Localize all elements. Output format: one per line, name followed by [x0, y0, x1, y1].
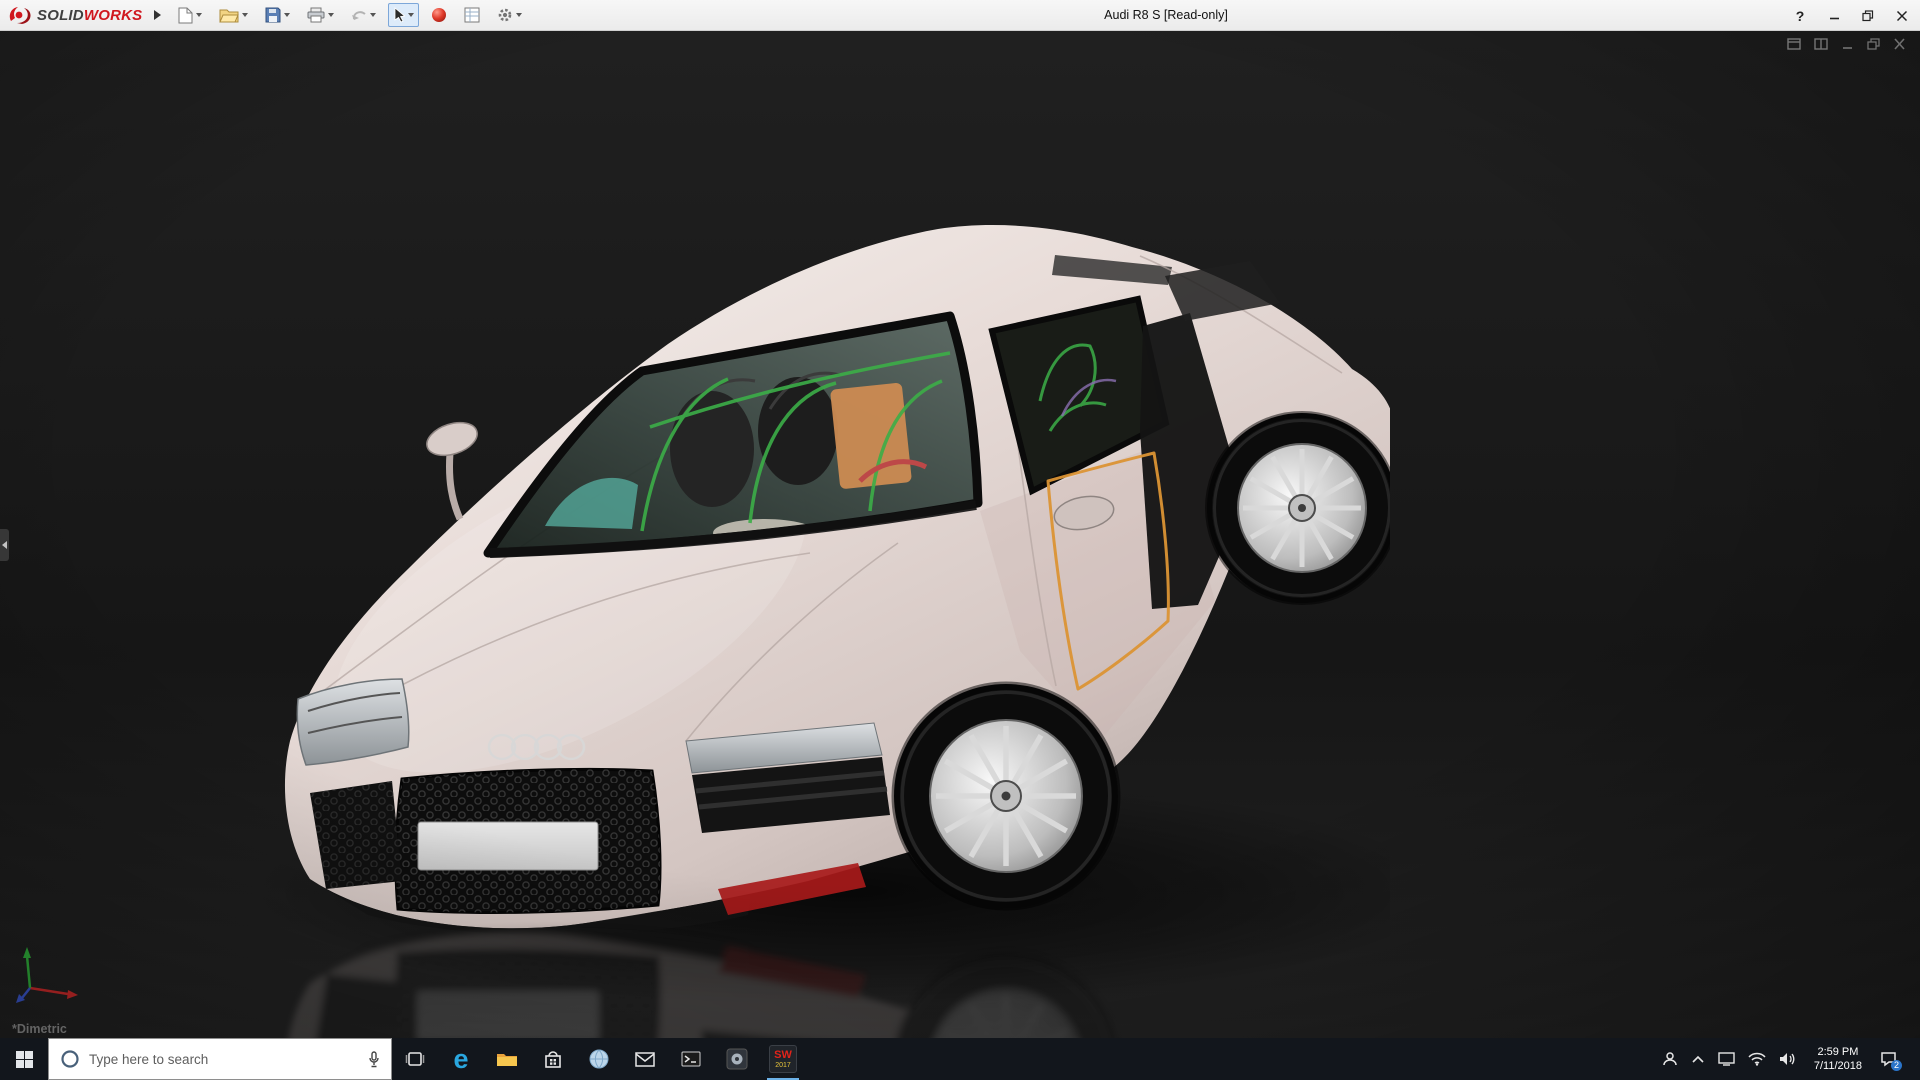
car-model-render	[250, 181, 1390, 1038]
ds-logo-icon	[8, 5, 32, 25]
new-document-icon	[178, 7, 193, 24]
file-properties-button[interactable]	[459, 3, 485, 27]
options-button[interactable]	[492, 3, 527, 27]
window-title: Audi R8 S [Read-only]	[1104, 0, 1228, 31]
appearance-button[interactable]	[426, 3, 452, 27]
open-button[interactable]	[214, 3, 253, 27]
help-button[interactable]: ?	[1792, 5, 1808, 27]
menu-flyout-arrow-icon[interactable]	[154, 10, 161, 20]
task-view-icon	[405, 1051, 425, 1067]
store-bag-icon	[544, 1051, 562, 1068]
select-button[interactable]	[388, 3, 419, 27]
select-cursor-icon	[393, 7, 405, 23]
brand-text: SOLIDWORKS	[37, 7, 142, 24]
hidden-icons-button[interactable]	[1691, 1054, 1705, 1064]
search-input[interactable]	[89, 1052, 359, 1067]
dropdown-caret-icon[interactable]	[370, 13, 376, 17]
collapse-arrow-icon	[2, 541, 7, 549]
app-titlebar: SOLIDWORKS	[0, 0, 1920, 31]
volume-icon	[1779, 1052, 1796, 1066]
people-icon	[1662, 1051, 1678, 1067]
brand-solid: SOLID	[37, 7, 84, 24]
undo-button[interactable]	[346, 3, 381, 27]
media-app-icon	[726, 1048, 748, 1070]
dropdown-caret-icon[interactable]	[196, 13, 202, 17]
notification-badge: 2	[1891, 1060, 1902, 1071]
minimize-doc-icon[interactable]	[1841, 38, 1854, 50]
mirror-stalk-left	[449, 453, 460, 519]
brand-works: WORKS	[84, 7, 143, 24]
file-properties-icon	[464, 7, 480, 23]
license-plate	[418, 822, 598, 870]
edge-button[interactable]: e	[438, 1038, 484, 1080]
sw-icon-label: SW	[774, 1050, 792, 1061]
clock-time: 2:59 PM	[1814, 1045, 1862, 1059]
monitor-tray-button[interactable]	[1718, 1052, 1735, 1066]
microphone-icon[interactable]	[368, 1051, 380, 1068]
front-wheel	[894, 684, 1118, 908]
mail-button[interactable]	[622, 1038, 668, 1080]
close-button[interactable]	[1894, 5, 1910, 27]
network-icon	[1748, 1052, 1766, 1066]
dropdown-caret-icon[interactable]	[408, 13, 414, 17]
dropdown-caret-icon[interactable]	[328, 13, 334, 17]
solidworks-app-icon: SW 2017	[769, 1045, 797, 1073]
taskbar-clock[interactable]: 2:59 PM 7/11/2018	[1809, 1045, 1867, 1074]
save-button[interactable]	[260, 3, 295, 27]
split-window-icon[interactable]	[1814, 38, 1828, 50]
chevron-up-icon	[1691, 1054, 1705, 1064]
clock-date: 7/11/2018	[1814, 1059, 1862, 1073]
mail-icon	[635, 1052, 655, 1067]
terminal-button[interactable]	[668, 1038, 714, 1080]
task-view-button[interactable]	[392, 1038, 438, 1080]
store-button[interactable]	[530, 1038, 576, 1080]
new-document-button[interactable]	[173, 3, 207, 27]
terminal-icon	[681, 1051, 701, 1067]
windows-logo-icon	[16, 1051, 33, 1068]
side-mirror-left	[423, 417, 482, 462]
document-window-controls	[1787, 38, 1906, 50]
file-explorer-icon	[496, 1051, 518, 1068]
open-folder-icon	[219, 8, 239, 23]
close-doc-icon[interactable]	[1893, 38, 1906, 50]
people-button[interactable]	[1662, 1051, 1678, 1067]
standard-toolbar	[173, 3, 527, 27]
dropdown-caret-icon[interactable]	[516, 13, 522, 17]
file-explorer-button[interactable]	[484, 1038, 530, 1080]
restore-doc-icon[interactable]	[1867, 38, 1880, 50]
network-button[interactable]	[1748, 1052, 1766, 1066]
taskbar-search[interactable]	[48, 1038, 392, 1080]
graphics-viewport[interactable]: *Dimetric	[0, 31, 1920, 1038]
window-controls: ?	[1792, 0, 1910, 31]
feature-panel-expand-tab[interactable]	[0, 529, 9, 561]
solidworks-2017-button[interactable]: SW 2017	[760, 1038, 806, 1080]
print-button[interactable]	[302, 3, 339, 27]
start-button[interactable]	[0, 1038, 48, 1080]
cortana-icon	[60, 1049, 80, 1069]
globe-app-button[interactable]	[576, 1038, 622, 1080]
print-icon	[307, 7, 325, 23]
restore-button[interactable]	[1860, 5, 1876, 27]
monitor-icon	[1718, 1052, 1735, 1066]
save-icon	[265, 7, 281, 23]
edge-icon: e	[453, 1046, 468, 1073]
options-gear-icon	[497, 7, 513, 23]
view-orientation-label: *Dimetric	[12, 1022, 67, 1036]
dropdown-caret-icon[interactable]	[242, 13, 248, 17]
appearance-sphere-icon	[431, 7, 447, 23]
volume-button[interactable]	[1779, 1052, 1796, 1066]
solidworks-logo: SOLIDWORKS	[6, 5, 146, 25]
rear-wheel	[1207, 413, 1390, 603]
new-window-icon[interactable]	[1787, 38, 1801, 50]
orientation-triad	[16, 944, 86, 1004]
dropdown-caret-icon[interactable]	[284, 13, 290, 17]
windows-taskbar: e SW 2017	[0, 1038, 1920, 1080]
media-app-button[interactable]	[714, 1038, 760, 1080]
minimize-button[interactable]	[1826, 5, 1842, 27]
undo-icon	[351, 8, 367, 22]
action-center-button[interactable]: 2	[1880, 1051, 1897, 1067]
system-tray: 2:59 PM 7/11/2018 2	[1662, 1038, 1920, 1080]
sw-icon-year: 2017	[775, 1062, 791, 1069]
globe-icon	[588, 1048, 610, 1070]
